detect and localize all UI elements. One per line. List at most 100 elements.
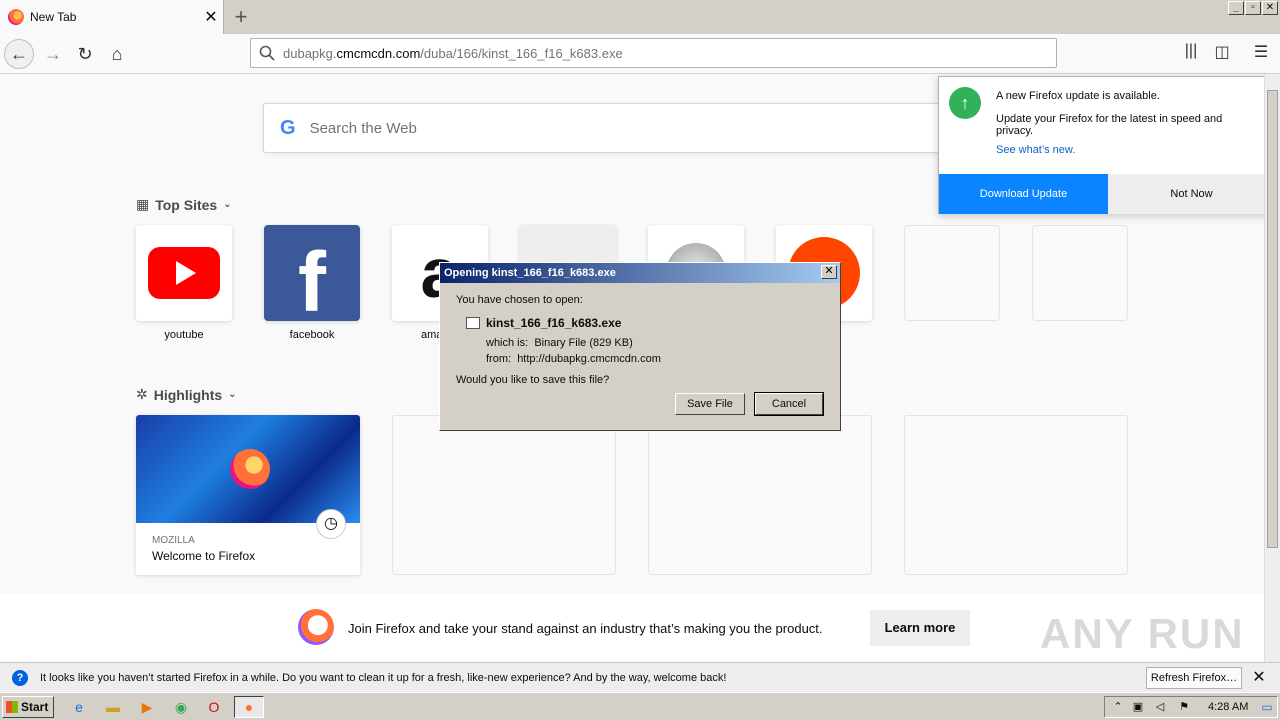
restore-button[interactable]: ▫ (1245, 1, 1261, 15)
file-source-row: from: http://dubapkg.cmcmcdn.com (486, 353, 661, 365)
back-button[interactable]: ← (4, 39, 34, 69)
whats-new-link[interactable]: See what’s new. (996, 144, 1075, 156)
url-prefix: dubapkg. (283, 45, 337, 61)
opera-icon[interactable]: O (205, 698, 223, 716)
update-body: Update your Firefox for the latest in sp… (996, 113, 1223, 137)
dialog-question: Would you like to save this file? (456, 374, 610, 386)
opening-file-dialog: Opening kinst_166_f16_k683.exe ✕ You hav… (439, 262, 841, 431)
top-site-label: facebook (289, 329, 335, 341)
notification-text: It looks like you haven’t started Firefo… (40, 671, 727, 684)
dialog-intro: You have chosen to open: (456, 294, 583, 306)
firefox-icon (8, 9, 24, 25)
chrome-icon[interactable]: ◉ (172, 698, 190, 716)
close-window-button[interactable]: ✕ (1262, 1, 1278, 15)
file-type-row: which is: Binary File (829 KB) (486, 337, 633, 349)
dialog-close-button[interactable]: ✕ (821, 265, 837, 279)
chevron-down-icon: ⌄ (228, 389, 237, 400)
highlight-image (136, 415, 360, 523)
chevron-down-icon: ⌄ (223, 199, 232, 210)
menu-hamburger-icon[interactable]: ☰ (1250, 42, 1272, 64)
dialog-title: Opening kinst_166_f16_k683.exe (444, 267, 616, 279)
folder-icon[interactable]: ▬ (104, 698, 122, 716)
empty-tile (904, 225, 1000, 321)
network-icon[interactable]: ▣ (1129, 698, 1147, 716)
anyrun-watermark: ANY RUN (1040, 610, 1245, 657)
highlight-card[interactable]: ◷ MOZILLA Welcome to Firefox (136, 415, 360, 575)
download-update-button[interactable]: Download Update (939, 174, 1108, 214)
highlight-placeholder (904, 415, 1128, 575)
reload-icon: ↻ (77, 43, 93, 64)
highlight-title: Welcome to Firefox (152, 549, 256, 563)
windows-logo-icon (6, 701, 18, 713)
media-player-icon[interactable]: ▶ (138, 698, 156, 716)
taskbar-clock[interactable]: 4:28 AM (1208, 701, 1248, 713)
close-icon[interactable]: ✕ (1250, 667, 1268, 687)
ie-icon[interactable]: e (70, 698, 88, 716)
refresh-firefox-button[interactable]: Refresh Firefox… (1146, 667, 1242, 689)
sparkle-icon: ✲ (136, 386, 148, 402)
save-file-button[interactable]: Save File (675, 393, 745, 415)
facebook-icon: f (264, 225, 360, 321)
from-label: from: (486, 353, 512, 365)
refresh-notification-bar: ? It looks like you haven’t started Fire… (0, 662, 1280, 692)
system-tray: ⌃ ▣ ◁ ⚑ (1104, 696, 1278, 718)
tab-new-tab[interactable]: New Tab ✕ (0, 0, 224, 34)
update-heading: A new Firefox update is available. (996, 90, 1160, 102)
update-notification-panel: ↑ A new Firefox update is available. Upd… (938, 76, 1275, 214)
sidebar-icon[interactable]: ◫ (1211, 42, 1233, 64)
dialog-titlebar[interactable]: Opening kinst_166_f16_k683.exe ✕ (440, 263, 840, 283)
tray-expand-icon[interactable]: ⌃ (1109, 698, 1127, 716)
top-site-facebook[interactable]: f facebook (264, 225, 360, 341)
home-button[interactable]: ⌂ (102, 39, 132, 69)
top-site-empty[interactable] (904, 225, 1000, 321)
file-icon (466, 317, 480, 329)
scrollbar-thumb[interactable] (1267, 90, 1278, 548)
top-sites-title: Top Sites (155, 196, 218, 213)
windows-taskbar: Start e ▬ ▶ ◉ O ● ⌃ ▣ ◁ ⚑ 4:28 AM ▭ (0, 692, 1280, 720)
which-is-label: which is: (486, 337, 529, 349)
web-search-box[interactable]: G Search the Web (263, 103, 953, 153)
youtube-icon (136, 225, 232, 321)
highlight-source: MOZILLA (152, 535, 195, 546)
vertical-scrollbar[interactable] (1264, 74, 1280, 662)
top-site-label: youtube (164, 329, 204, 341)
library-icon[interactable]: ||| (1180, 42, 1202, 64)
show-desktop-icon[interactable]: ▭ (1258, 698, 1276, 716)
highlights-header[interactable]: ✲ Highlights ⌄ (136, 386, 237, 403)
google-icon: G (280, 116, 296, 139)
file-type-value: Binary File (829 KB) (534, 337, 633, 349)
update-arrow-icon: ↑ (949, 87, 981, 119)
new-tab-button[interactable]: + (228, 4, 254, 30)
cancel-button[interactable]: Cancel (754, 392, 824, 416)
not-now-button[interactable]: Not Now (1108, 174, 1275, 214)
file-source-value: http://dubapkg.cmcmcdn.com (517, 353, 661, 365)
url-bar[interactable]: dubapkg.cmcmcdn.com/duba/166/kinst_166_f… (250, 38, 1057, 68)
tab-close-icon[interactable]: ✕ (199, 7, 223, 27)
volume-icon[interactable]: ◁ (1151, 698, 1169, 716)
flag-icon[interactable]: ⚑ (1175, 698, 1193, 716)
learn-more-button[interactable]: Learn more (870, 610, 970, 646)
reload-button[interactable]: ↻ (70, 39, 100, 69)
tab-title: New Tab (30, 10, 77, 24)
url-text: dubapkg.cmcmcdn.com/duba/166/kinst_166_f… (283, 46, 623, 61)
forward-arrow-icon: → (44, 43, 62, 64)
question-icon: ? (12, 669, 28, 686)
url-domain: cmcmcdn.com (336, 45, 421, 61)
clock-icon: ◷ (316, 509, 346, 539)
forward-button[interactable]: → (38, 39, 68, 69)
tab-strip: New Tab ✕ + _ ▫ ✕ (0, 0, 1280, 34)
home-icon: ⌂ (111, 43, 123, 64)
top-sites-header[interactable]: ▦ Top Sites ⌄ (136, 196, 232, 213)
start-button[interactable]: Start (2, 696, 54, 718)
window-controls: _ ▫ ✕ (1228, 1, 1278, 15)
firefox-icon: ● (244, 699, 254, 715)
grid-icon: ▦ (136, 196, 150, 212)
top-site-youtube[interactable]: youtube (136, 225, 232, 341)
top-site-empty[interactable] (1032, 225, 1128, 321)
navigation-toolbar: ← → ↻ ⌂ dubapkg.cmcmcdn.com/duba/166/kin… (0, 34, 1280, 74)
highlights-title: Highlights (153, 386, 223, 403)
search-placeholder: Search the Web (309, 119, 417, 137)
minimize-button[interactable]: _ (1228, 1, 1244, 15)
start-label: Start (21, 700, 49, 714)
taskbar-firefox-button[interactable]: ● (234, 696, 264, 718)
